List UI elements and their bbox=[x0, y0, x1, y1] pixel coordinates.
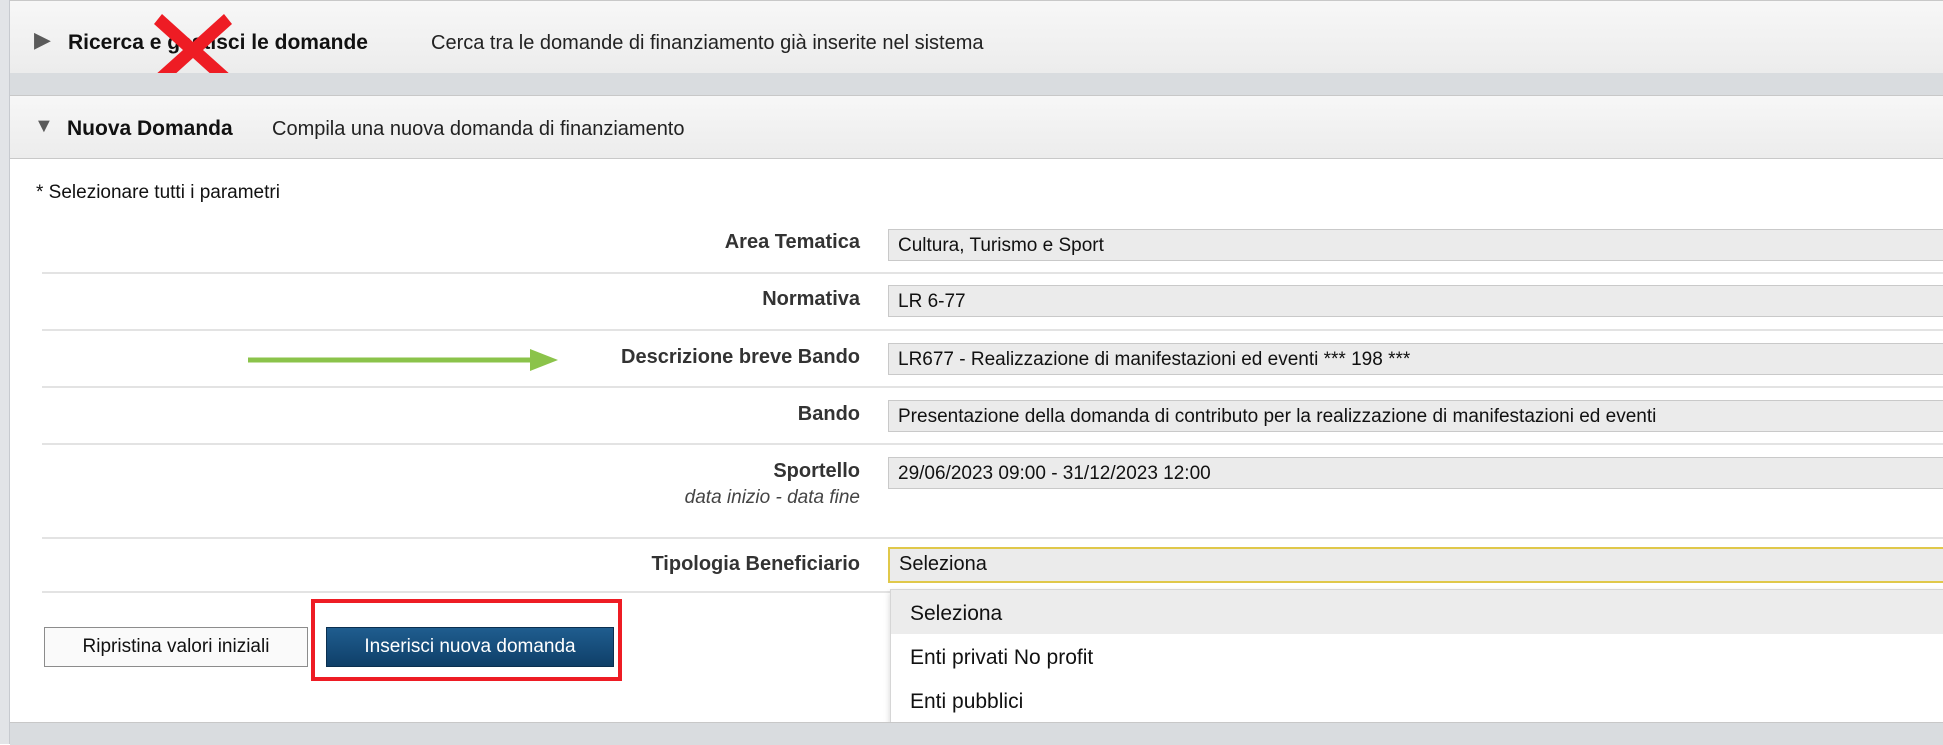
row-divider bbox=[42, 386, 1943, 388]
sportello-sublabel: data inizio - data fine bbox=[684, 487, 860, 508]
dropdown-option-enti-pubblici[interactable]: Enti pubblici bbox=[891, 678, 1943, 722]
area-tematica-label: Area Tematica bbox=[724, 231, 860, 253]
tipologia-beneficiario-label: Tipologia Beneficiario bbox=[651, 553, 860, 575]
green-arrow-annotation bbox=[248, 349, 558, 371]
reset-button[interactable]: Ripristina valori iniziali bbox=[44, 627, 308, 667]
dropdown-option-seleziona[interactable]: Seleziona bbox=[891, 590, 1943, 634]
insert-new-application-button[interactable]: Inserisci nuova domanda bbox=[326, 627, 614, 667]
area-tematica-field[interactable]: Cultura, Turismo e Sport bbox=[888, 229, 1943, 261]
tipologia-beneficiario-dropdown[interactable]: Seleziona Enti privati No profit Enti pu… bbox=[890, 589, 1943, 732]
row-divider bbox=[42, 272, 1943, 274]
bando-field[interactable]: Presentazione della domanda di contribut… bbox=[888, 400, 1943, 432]
panel-search-description: Cerca tra le domande di finanziamento gi… bbox=[431, 32, 984, 54]
panel-new-description: Compila una nuova domanda di finanziamen… bbox=[272, 118, 685, 140]
descrizione-bando-label: Descrizione breve Bando bbox=[621, 346, 860, 368]
sportello-field[interactable]: 29/06/2023 09:00 - 31/12/2023 12:00 bbox=[888, 457, 1943, 489]
descrizione-bando-field[interactable]: LR677 - Realizzazione di manifestazioni … bbox=[888, 343, 1943, 375]
sportello-label: Sportello bbox=[773, 460, 860, 482]
normativa-label: Normativa bbox=[762, 288, 860, 310]
bando-label: Bando bbox=[797, 403, 860, 425]
panel-footer-band bbox=[10, 722, 1943, 745]
row-divider bbox=[42, 537, 1943, 539]
panel-search-header[interactable]: ▶ Ricerca e gestisci le domande Cerca tr… bbox=[10, 0, 1943, 74]
normativa-field[interactable]: LR 6-77 bbox=[888, 285, 1943, 317]
panel-new-header[interactable]: ▼ Nuova Domanda Compila una nuova domand… bbox=[10, 95, 1943, 159]
panel-new-title[interactable]: Nuova Domanda bbox=[67, 117, 233, 141]
row-divider bbox=[42, 443, 1943, 445]
panel-separator bbox=[10, 73, 1943, 95]
triangle-right-icon[interactable]: ▶ bbox=[34, 29, 51, 51]
required-note: * Selezionare tutti i parametri bbox=[36, 182, 280, 203]
row-divider bbox=[42, 329, 1943, 331]
tipologia-beneficiario-select[interactable]: Seleziona bbox=[888, 547, 1943, 583]
triangle-down-icon[interactable]: ▼ bbox=[34, 116, 54, 136]
dropdown-option-enti-privati[interactable]: Enti privati No profit bbox=[891, 634, 1943, 678]
row-divider bbox=[42, 591, 890, 593]
